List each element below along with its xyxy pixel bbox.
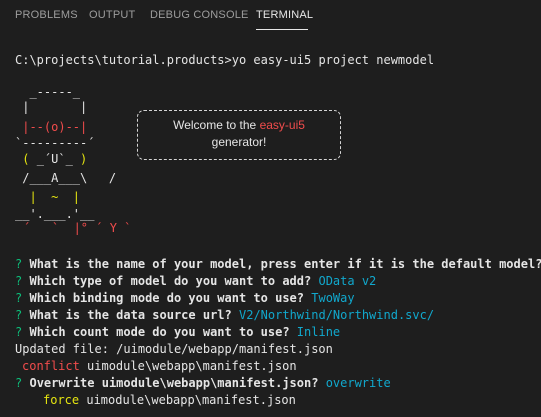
- answer: OData v2: [318, 274, 377, 288]
- question-line: ? What is the name of your model, press …: [15, 256, 541, 273]
- ascii-line: `---------´: [15, 136, 95, 150]
- conflict-line: conflict uimodule\webapp\manifest.json: [22, 358, 297, 375]
- question-line: ? Which type of model do you want to add…: [15, 273, 376, 290]
- force-label: force: [43, 393, 80, 407]
- ascii-line: ´ ` |° ´ Y `: [23, 221, 132, 235]
- question-text: Which binding mode do you want to use?: [29, 291, 305, 305]
- welcome-highlight: easy-ui5: [259, 118, 305, 132]
- tab-debug-console[interactable]: DEBUG CONSOLE: [150, 9, 249, 21]
- welcome-prefix: Welcome to the: [173, 118, 260, 132]
- question-text: What is the name of your model, press en…: [29, 257, 541, 271]
- ascii-line: | ~ |: [15, 190, 81, 204]
- typed-command: yo easy-ui5 project newmodel: [231, 53, 435, 67]
- welcome-line: Welcome to the easy-ui5: [138, 117, 340, 134]
- ascii-line: |--(o)--|: [15, 120, 88, 134]
- overwrite-question: Overwrite uimodule\webapp\manifest.json?: [29, 376, 319, 390]
- question-mark: ?: [15, 291, 23, 305]
- question-mark: ?: [15, 308, 23, 322]
- ascii-fragment: (: [15, 152, 37, 166]
- question-mark: ?: [15, 376, 23, 390]
- question-line: ? Which count mode do you want to use? I…: [15, 324, 340, 341]
- question-mark: ?: [15, 274, 23, 288]
- active-tab-indicator: [256, 29, 308, 30]
- question-text: Which type of model do you want to add?: [29, 274, 312, 288]
- ascii-line: ( _´U`_ ): [15, 152, 87, 167]
- tab-problems[interactable]: PROBLEMS: [15, 9, 78, 21]
- ascii-fragment: ): [72, 152, 88, 166]
- ascii-line: __'.___.'__: [15, 207, 95, 221]
- tab-output[interactable]: OUTPUT: [89, 9, 135, 21]
- tab-terminal[interactable]: TERMINAL: [256, 9, 313, 21]
- answer: V2/Northwind/Northwind.svc/: [239, 308, 435, 322]
- question-text: Which count mode do you want to use?: [29, 325, 290, 339]
- question-line: ? Which binding mode do you want to use?…: [15, 290, 355, 307]
- question-line: ? What is the data source url? V2/Northw…: [15, 307, 434, 324]
- updated-file-line: Updated file: /uimodule/webapp/manifest.…: [15, 342, 333, 356]
- conflict-path: uimodule\webapp\manifest.json: [87, 359, 297, 373]
- conflict-label: conflict: [22, 359, 80, 373]
- panel-tab-bar: PROBLEMS OUTPUT DEBUG CONSOLE TERMINAL: [0, 0, 541, 34]
- prompt-path: C:\projects\tutorial.products>: [15, 53, 232, 67]
- ascii-line: | |: [15, 100, 88, 114]
- answer: Inline: [296, 325, 341, 339]
- overwrite-line: ? Overwrite uimodule\webapp\manifest.jso…: [15, 375, 391, 392]
- ascii-line: _-----_: [15, 85, 81, 99]
- force-path: uimodule\webapp\manifest.json: [86, 393, 296, 407]
- command-line: C:\projects\tutorial.products>yo easy-ui…: [15, 52, 434, 69]
- ascii-fragment: _´U`_: [36, 152, 73, 166]
- welcome-box: Welcome to the easy-ui5 generator!: [137, 110, 341, 160]
- question-mark: ?: [15, 257, 23, 271]
- welcome-suffix: generator!: [211, 135, 267, 149]
- ascii-line: /___A___\ /: [15, 171, 117, 185]
- question-mark: ?: [15, 325, 23, 339]
- answer: TwoWay: [311, 291, 355, 305]
- force-line: force uimodule\webapp\manifest.json: [43, 392, 296, 409]
- terminal-output[interactable]: C:\projects\tutorial.products>yo easy-ui…: [0, 34, 541, 417]
- overwrite-answer: overwrite: [325, 376, 391, 390]
- question-text: What is the data source url?: [29, 308, 232, 322]
